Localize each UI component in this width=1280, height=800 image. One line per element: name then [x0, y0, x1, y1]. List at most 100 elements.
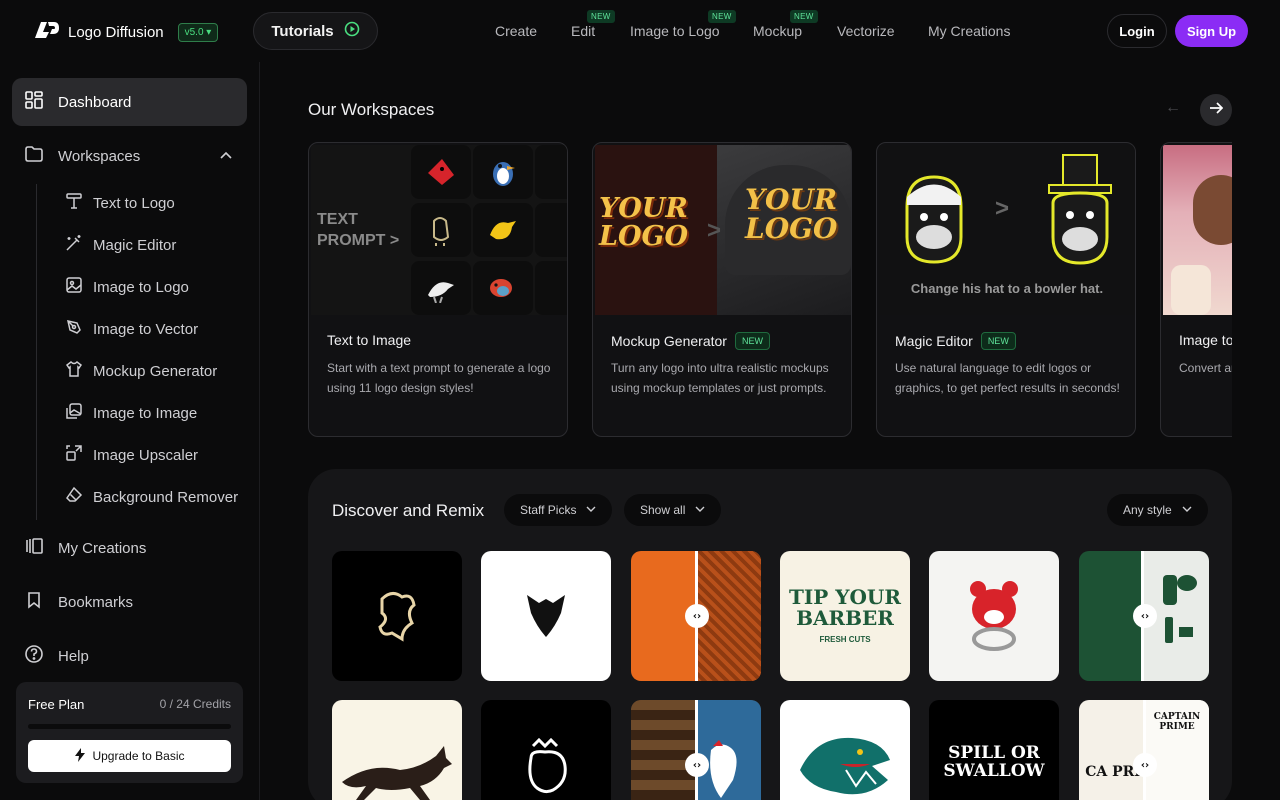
card-description: Convert an logo desig — [1179, 361, 1232, 375]
sidebar-item-workspaces[interactable]: Workspaces — [12, 132, 247, 180]
nav-create[interactable]: Create — [495, 23, 537, 39]
eraser-icon — [65, 486, 83, 508]
card-image-text-cap: YOUR LOGO — [745, 183, 838, 245]
workspace-card-mockup-generator[interactable]: YOUR LOGO YOUR LOGO > Mockup Generator NE… — [592, 142, 852, 437]
sidebar-sub-label: Magic Editor — [93, 236, 177, 254]
staff-picks-dropdown[interactable]: Staff Picks — [504, 494, 613, 526]
sidebar-item-label: My Creations — [58, 539, 147, 557]
sidebar-sub-label: Text to Logo — [93, 194, 175, 212]
remix-tile[interactable]: ‹› — [631, 551, 761, 681]
card-image-text: YOUR LOGO — [599, 193, 689, 252]
magic-wand-icon — [65, 234, 83, 256]
sidebar-item-bookmarks[interactable]: Bookmarks — [12, 578, 247, 626]
remix-tile[interactable] — [332, 700, 462, 800]
card-title: Image to — [1179, 332, 1232, 348]
folder-icon — [24, 144, 44, 168]
sidebar-item-label: Bookmarks — [58, 593, 134, 611]
images-icon — [65, 402, 83, 424]
new-badge: NEW — [587, 10, 615, 23]
sidebar-item-label: Dashboard — [58, 93, 132, 111]
new-badge: NEW — [734, 332, 770, 350]
sidebar-sub-image-to-image[interactable]: Image to Image — [65, 395, 197, 431]
sidebar-sub-image-upscaler[interactable]: Image Upscaler — [65, 437, 198, 473]
sidebar-sub-background-remover[interactable]: Background Remover — [65, 479, 238, 515]
chevron-up-icon[interactable] — [219, 149, 233, 167]
remix-tile[interactable]: ‹› — [1079, 551, 1209, 681]
workspaces-carousel: TEXT PROMPT > Text to Image Start with a… — [308, 142, 1232, 438]
remix-tile[interactable] — [481, 551, 611, 681]
sidebar-sub-label: Image to Vector — [93, 320, 199, 338]
bookmark-icon — [24, 590, 44, 614]
nav-mockup[interactable]: Mockup NEW — [753, 10, 818, 39]
sidebar-item-my-creations[interactable]: My Creations — [12, 524, 247, 572]
help-icon — [24, 644, 44, 668]
remix-tile[interactable]: CAPTAIN PRIME CA PRI ‹› — [1079, 700, 1209, 800]
remix-tile[interactable]: ‹› — [631, 700, 761, 800]
card-image: > Change his hat to a bowler hat. — [879, 145, 1135, 315]
card-title: Text to Image — [327, 332, 412, 348]
signup-button[interactable]: Sign Up — [1175, 15, 1248, 47]
carousel-next-button[interactable] — [1200, 94, 1232, 126]
workspace-card-magic-editor[interactable]: > Change his hat to a bowler hat. Magic … — [876, 142, 1136, 437]
sidebar-sub-magic-editor[interactable]: Magic Editor — [65, 227, 176, 263]
sidebar-item-help[interactable]: Help — [12, 632, 247, 680]
remix-tile[interactable] — [780, 700, 910, 800]
remix-tile[interactable]: TIP YOUR BARBER FRESH CUTS — [780, 551, 910, 681]
login-button[interactable]: Login — [1107, 14, 1167, 48]
card-description: Use natural language to edit logos or gr… — [895, 361, 1120, 395]
library-icon — [24, 536, 44, 560]
remix-tile[interactable]: SPILL OR SWALLOW — [929, 700, 1059, 800]
workspace-card-image-to[interactable]: Image to Convert an logo desig — [1160, 142, 1232, 437]
sidebar-sub-label: Mockup Generator — [93, 362, 218, 380]
sidebar-sub-label: Image to Logo — [93, 278, 189, 296]
upscale-icon — [65, 444, 83, 466]
card-description: Start with a text prompt to generate a l… — [327, 361, 551, 395]
sidebar-sub-text-to-logo[interactable]: Text to Logo — [65, 185, 175, 221]
nav-edit[interactable]: Edit NEW — [571, 10, 615, 39]
sidebar-item-dashboard[interactable]: Dashboard — [12, 78, 247, 126]
chevron-down-icon — [586, 503, 596, 517]
card-image: YOUR LOGO YOUR LOGO > — [595, 145, 851, 315]
nav-image-to-logo[interactable]: Image to Logo NEW — [630, 10, 736, 39]
sidebar-sub-label: Image to Image — [93, 404, 198, 422]
plan-card: Free Plan 0 / 24 Credits Upgrade to Basi… — [16, 682, 243, 783]
card-title: Mockup Generator NEW — [611, 332, 770, 350]
discover-section: Discover and Remix Staff Picks Show all … — [308, 469, 1232, 800]
new-badge: NEW — [708, 10, 736, 23]
new-badge: NEW — [790, 10, 818, 23]
dropdown-label: Staff Picks — [520, 503, 577, 517]
sidebar-sub-image-to-vector[interactable]: Image to Vector — [65, 311, 198, 347]
workspace-card-text-to-image[interactable]: TEXT PROMPT > Text to Image Start with a… — [308, 142, 568, 437]
chevron-down-icon — [1182, 503, 1192, 517]
tree-line — [36, 184, 37, 520]
show-all-dropdown[interactable]: Show all — [624, 494, 722, 526]
chevron-down-icon — [695, 503, 705, 517]
sidebar-sub-image-to-logo[interactable]: Image to Logo — [65, 269, 189, 305]
compare-swap-icon[interactable]: ‹› — [685, 604, 709, 628]
top-bar: Logo Diffusion v5.0 ▾ Tutorials Create E… — [0, 0, 1280, 62]
pen-tool-icon — [65, 318, 83, 340]
nav-vectorize[interactable]: Vectorize — [837, 23, 895, 39]
compare-swap-icon[interactable]: ‹› — [685, 753, 709, 777]
tile-text: TIP YOUR BARBER — [788, 585, 901, 630]
carousel-prev-button[interactable]: ← — [1165, 99, 1181, 117]
compare-swap-icon[interactable]: ‹› — [1133, 604, 1157, 628]
nav-my-creations[interactable]: My Creations — [928, 23, 1010, 39]
text-icon — [65, 192, 83, 214]
sidebar-sub-mockup-generator[interactable]: Mockup Generator — [65, 353, 217, 389]
any-style-dropdown[interactable]: Any style — [1107, 494, 1208, 526]
compare-swap-icon[interactable]: ‹› — [1133, 753, 1157, 777]
card-title: Magic Editor NEW — [895, 332, 1016, 350]
image-icon — [65, 276, 83, 298]
upgrade-label: Upgrade to Basic — [92, 749, 185, 763]
new-badge: NEW — [980, 332, 1016, 350]
remix-tile[interactable] — [481, 700, 611, 800]
dropdown-label: Show all — [640, 503, 686, 517]
lightning-icon — [74, 747, 86, 765]
sidebar-sub-label: Background Remover — [93, 488, 239, 506]
sidebar: Dashboard Workspaces Text to Logo Magic … — [0, 62, 260, 800]
upgrade-button[interactable]: Upgrade to Basic — [28, 740, 231, 772]
sidebar-sub-label: Image Upscaler — [93, 446, 199, 464]
remix-tile[interactable] — [332, 551, 462, 681]
remix-tile[interactable] — [929, 551, 1059, 681]
